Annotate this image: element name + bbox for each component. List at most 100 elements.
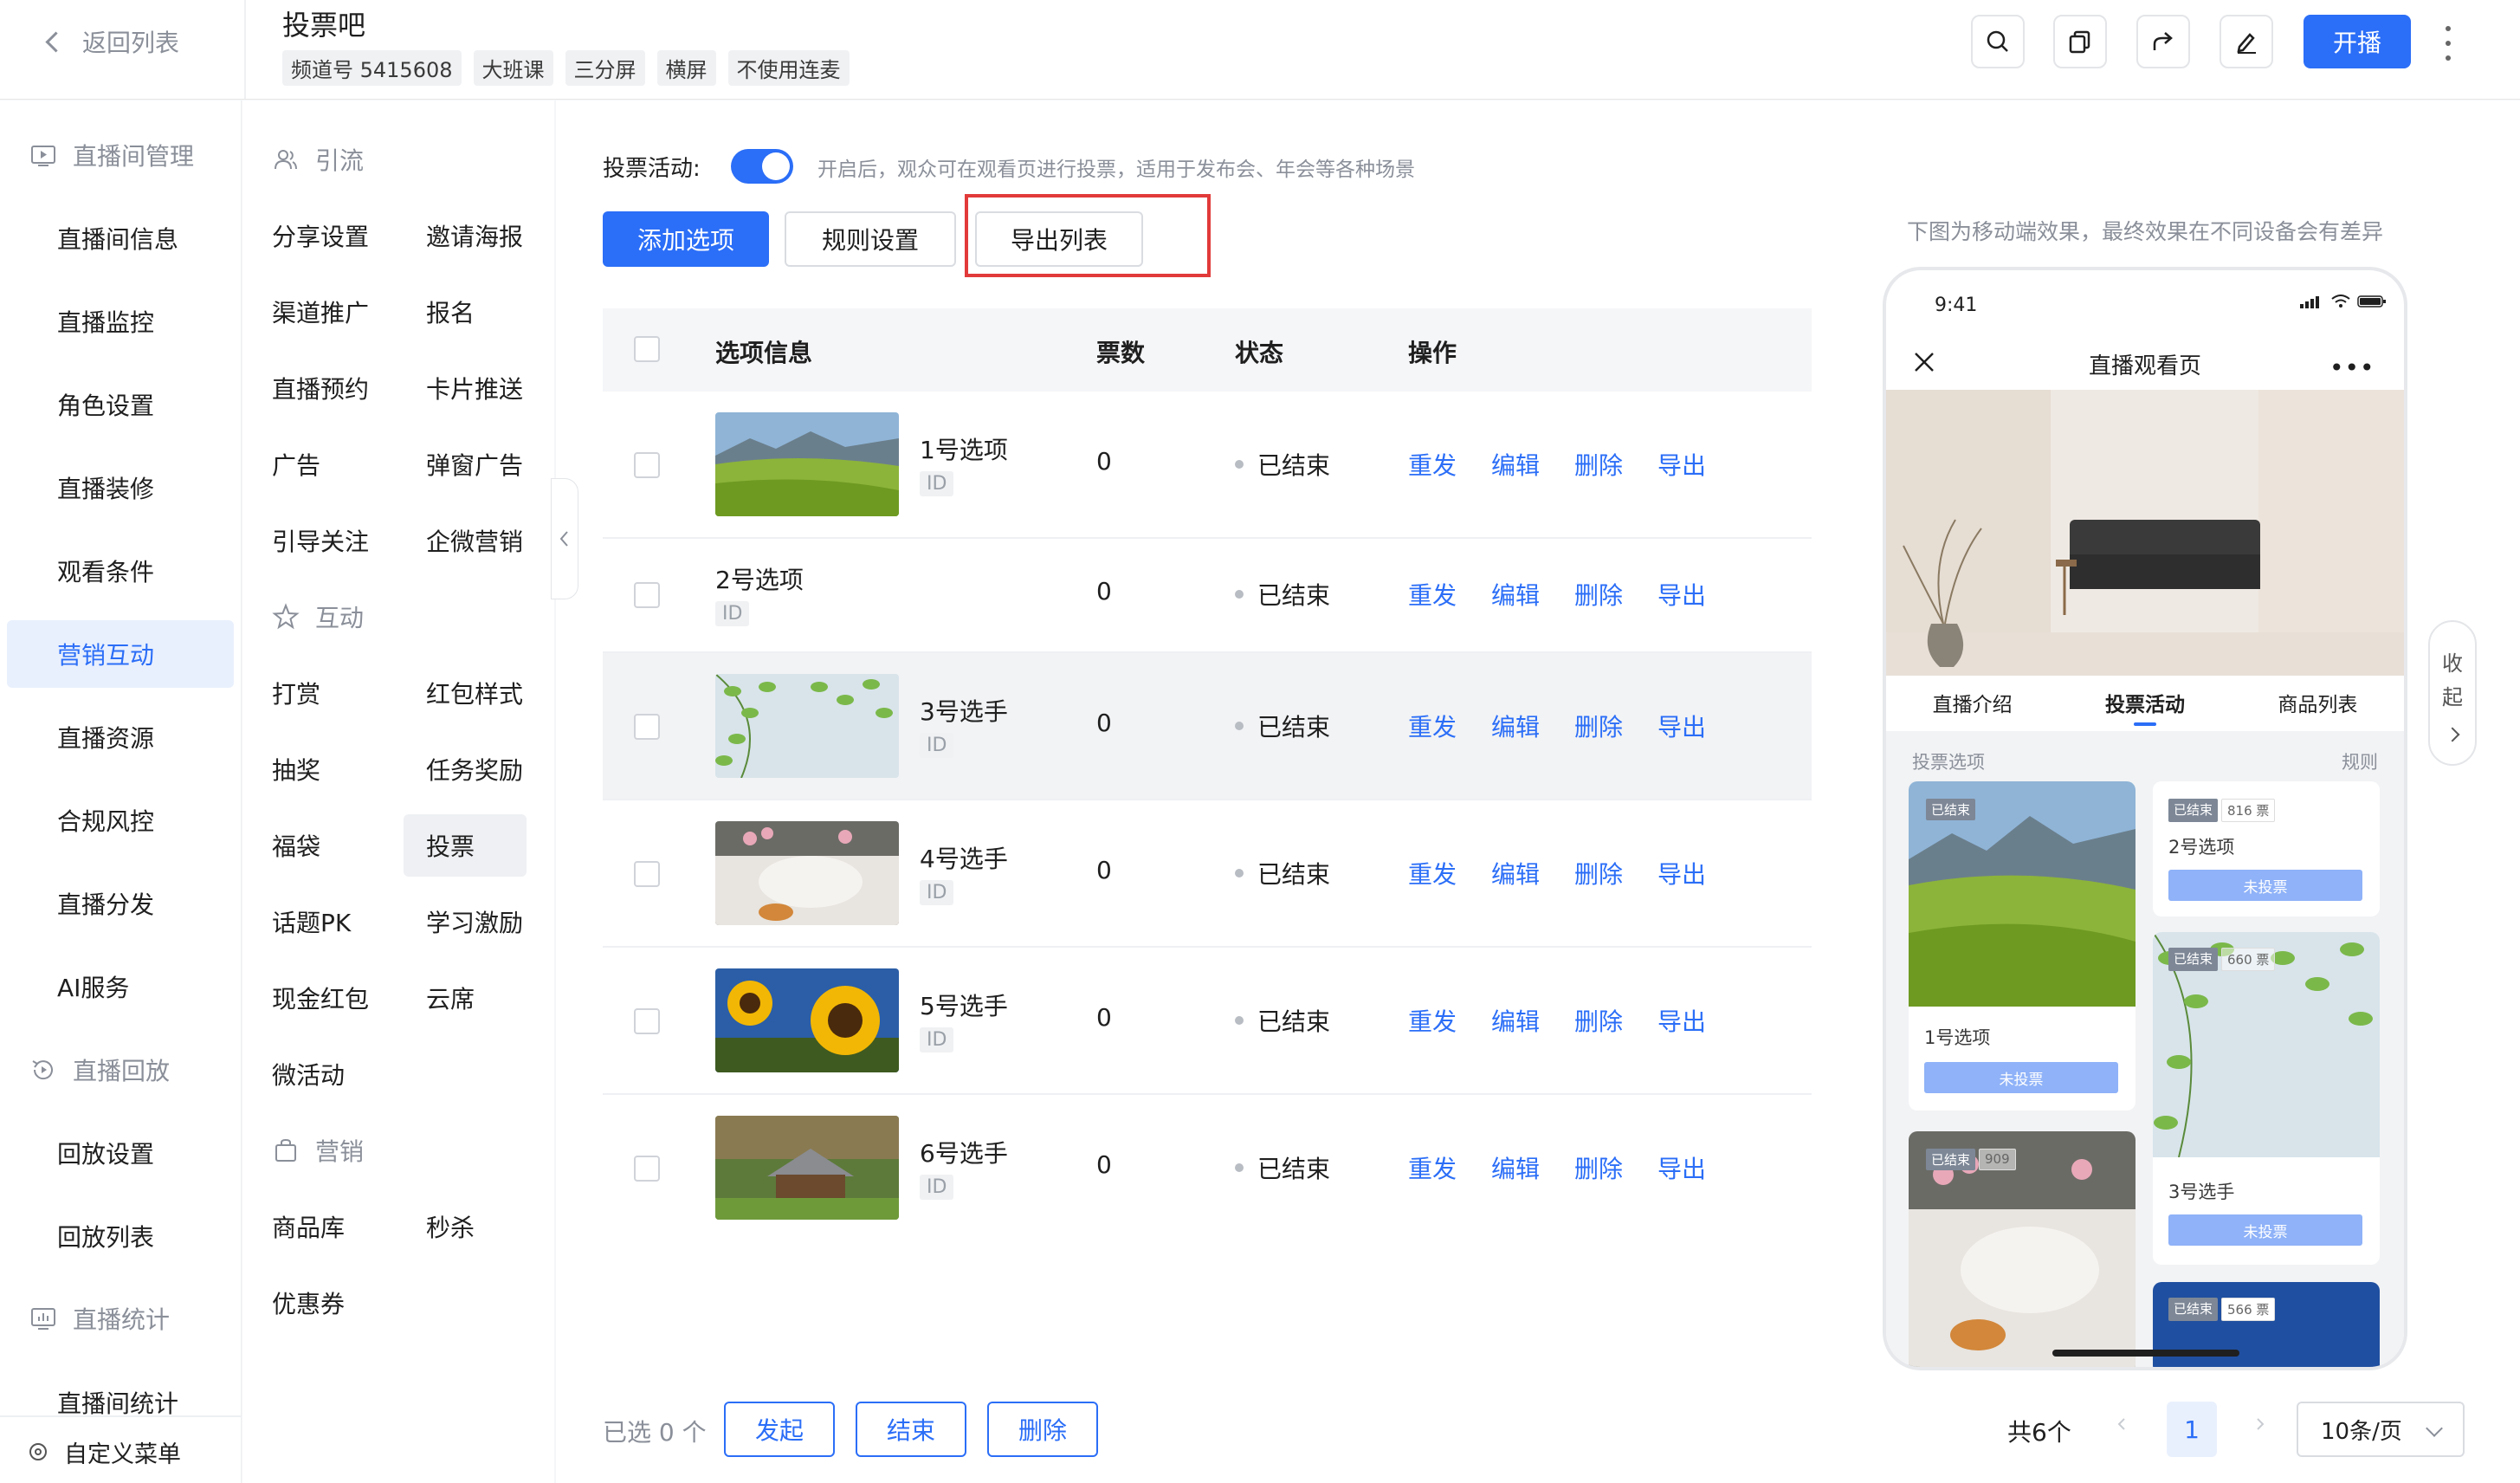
vote-rule-link[interactable]: 规则 [2342,748,2378,774]
bulk-delete-button[interactable]: 删除 [987,1402,1098,1457]
custom-menu-link[interactable]: 自定义菜单 [0,1426,241,1478]
prev-page-icon[interactable] [2115,1417,2129,1431]
row-checkbox[interactable] [634,1008,660,1034]
nav2-share-settings[interactable]: 分享设置 [272,210,369,262]
resend-link[interactable]: 重发 [1408,1150,1457,1185]
export-link[interactable]: 导出 [1657,577,1706,612]
page-size-select[interactable]: 10条/页 [2297,1402,2465,1457]
nav2-ads[interactable]: 广告 [272,438,320,490]
nav2-live-reservation[interactable]: 直播预约 [272,362,369,414]
vote-button[interactable]: 未投票 [2168,1214,2362,1246]
row-checkbox[interactable] [634,714,660,740]
nav2-micro-activity[interactable]: 微活动 [272,1048,345,1100]
phone-tab-vote[interactable]: 投票活动 [2105,688,2185,717]
vote-activity-toggle[interactable] [731,149,793,184]
start-vote-button[interactable]: 发起 [724,1402,835,1457]
select-all-checkbox[interactable] [634,336,660,362]
start-live-button[interactable]: 开播 [2304,15,2411,68]
nav2-popup-ads[interactable]: 弹窗广告 [426,438,523,490]
row-checkbox[interactable] [634,582,660,608]
delete-link[interactable]: 删除 [1574,709,1623,743]
preview-collapse-button[interactable]: 收 起 [2428,620,2477,766]
nav-item-ai[interactable]: AI服务 [0,953,241,1020]
nav2-product-library[interactable]: 商品库 [272,1201,345,1253]
phone-tab-intro[interactable]: 直播介绍 [1933,688,2013,717]
nav2-invite-poster[interactable]: 邀请海报 [426,210,523,262]
vote-button[interactable]: 未投票 [2168,870,2362,901]
nav-item-replay-list[interactable]: 回放列表 [0,1202,241,1270]
nav-item-roles[interactable]: 角色设置 [0,371,241,438]
phone-tab-products[interactable]: 商品列表 [2278,688,2357,717]
search-button[interactable] [1971,15,2025,68]
more-icon[interactable]: ••• [2329,353,2375,382]
back-to-list-link[interactable]: 返回列表 [42,24,179,59]
delete-link[interactable]: 删除 [1574,1003,1623,1038]
nav-item-marketing[interactable]: 营销互动 [7,620,234,688]
next-page-icon[interactable] [2253,1417,2267,1431]
more-menu-icon[interactable] [2444,26,2452,61]
nav2-learning-incentive[interactable]: 学习激励 [426,896,523,948]
nav2-lottery[interactable]: 抽奖 [272,743,320,795]
nav-item-watch-conditions[interactable]: 观看条件 [0,537,241,605]
nav2-wecom-marketing[interactable]: 企微营销 [426,515,523,567]
row-checkbox[interactable] [634,452,660,478]
vote-button[interactable]: 未投票 [1924,1062,2118,1093]
nav2-tip[interactable]: 打赏 [272,667,320,719]
export-link[interactable]: 导出 [1657,709,1706,743]
edit-link[interactable]: 编辑 [1491,709,1540,743]
edit-link[interactable]: 编辑 [1491,447,1540,482]
sidebar-collapse-handle[interactable] [551,478,578,599]
delete-link[interactable]: 删除 [1574,856,1623,890]
nav-item-decoration[interactable]: 直播装修 [0,454,241,521]
nav2-follow-guide[interactable]: 引导关注 [272,515,369,567]
nav2-cloud-seat[interactable]: 云席 [426,972,475,1024]
end-vote-button[interactable]: 结束 [856,1402,966,1457]
resend-link[interactable]: 重发 [1408,709,1457,743]
row-checkbox[interactable] [634,861,660,887]
resend-link[interactable]: 重发 [1408,856,1457,890]
edit-link[interactable]: 编辑 [1491,577,1540,612]
nav-group-live-room[interactable]: 直播间管理 [0,129,241,181]
delete-link[interactable]: 删除 [1574,577,1623,612]
nav-group-stats[interactable]: 直播统计 [0,1292,241,1344]
page-number-current[interactable]: 1 [2167,1402,2217,1457]
nav2-channel-promo[interactable]: 渠道推广 [272,286,369,338]
edit-link[interactable]: 编辑 [1491,1003,1540,1038]
nav-item-monitor[interactable]: 直播监控 [0,288,241,355]
delete-link[interactable]: 删除 [1574,447,1623,482]
layout-tag: 三分屏 [565,50,645,86]
export-link[interactable]: 导出 [1657,1150,1706,1185]
nav2-vote[interactable]: 投票 [404,814,527,877]
option-thumbnail-leaves [715,674,899,778]
delete-link[interactable]: 删除 [1574,1150,1623,1185]
row-checkbox[interactable] [634,1156,660,1182]
resend-link[interactable]: 重发 [1408,1003,1457,1038]
nav-item-distribution[interactable]: 直播分发 [0,870,241,937]
export-link[interactable]: 导出 [1657,856,1706,890]
nav2-coupon[interactable]: 优惠券 [272,1277,345,1329]
nav-item-room-info[interactable]: 直播间信息 [0,204,241,272]
export-link[interactable]: 导出 [1657,447,1706,482]
edit-button[interactable] [2220,15,2273,68]
resend-link[interactable]: 重发 [1408,577,1457,612]
nav2-flash-sale[interactable]: 秒杀 [426,1201,475,1253]
nav-item-compliance[interactable]: 合规风控 [0,787,241,854]
nav2-lucky-bag[interactable]: 福袋 [272,819,320,871]
nav2-redpacket-style[interactable]: 红包样式 [426,667,523,719]
nav2-cash-redpacket[interactable]: 现金红包 [272,972,369,1024]
rule-settings-button[interactable]: 规则设置 [785,211,956,267]
nav2-task-reward[interactable]: 任务奖励 [426,743,523,795]
share-button[interactable] [2136,15,2190,68]
nav2-signup[interactable]: 报名 [426,286,475,338]
export-link[interactable]: 导出 [1657,1003,1706,1038]
nav2-card-push[interactable]: 卡片推送 [426,362,523,414]
nav2-topic-pk[interactable]: 话题PK [272,896,351,948]
nav-item-replay-settings[interactable]: 回放设置 [0,1119,241,1187]
add-option-button[interactable]: 添加选项 [603,211,769,267]
resend-link[interactable]: 重发 [1408,447,1457,482]
edit-link[interactable]: 编辑 [1491,1150,1540,1185]
nav-group-replay[interactable]: 直播回放 [0,1044,241,1096]
copy-button[interactable] [2053,15,2107,68]
nav-item-resources[interactable]: 直播资源 [0,703,241,771]
edit-link[interactable]: 编辑 [1491,856,1540,890]
